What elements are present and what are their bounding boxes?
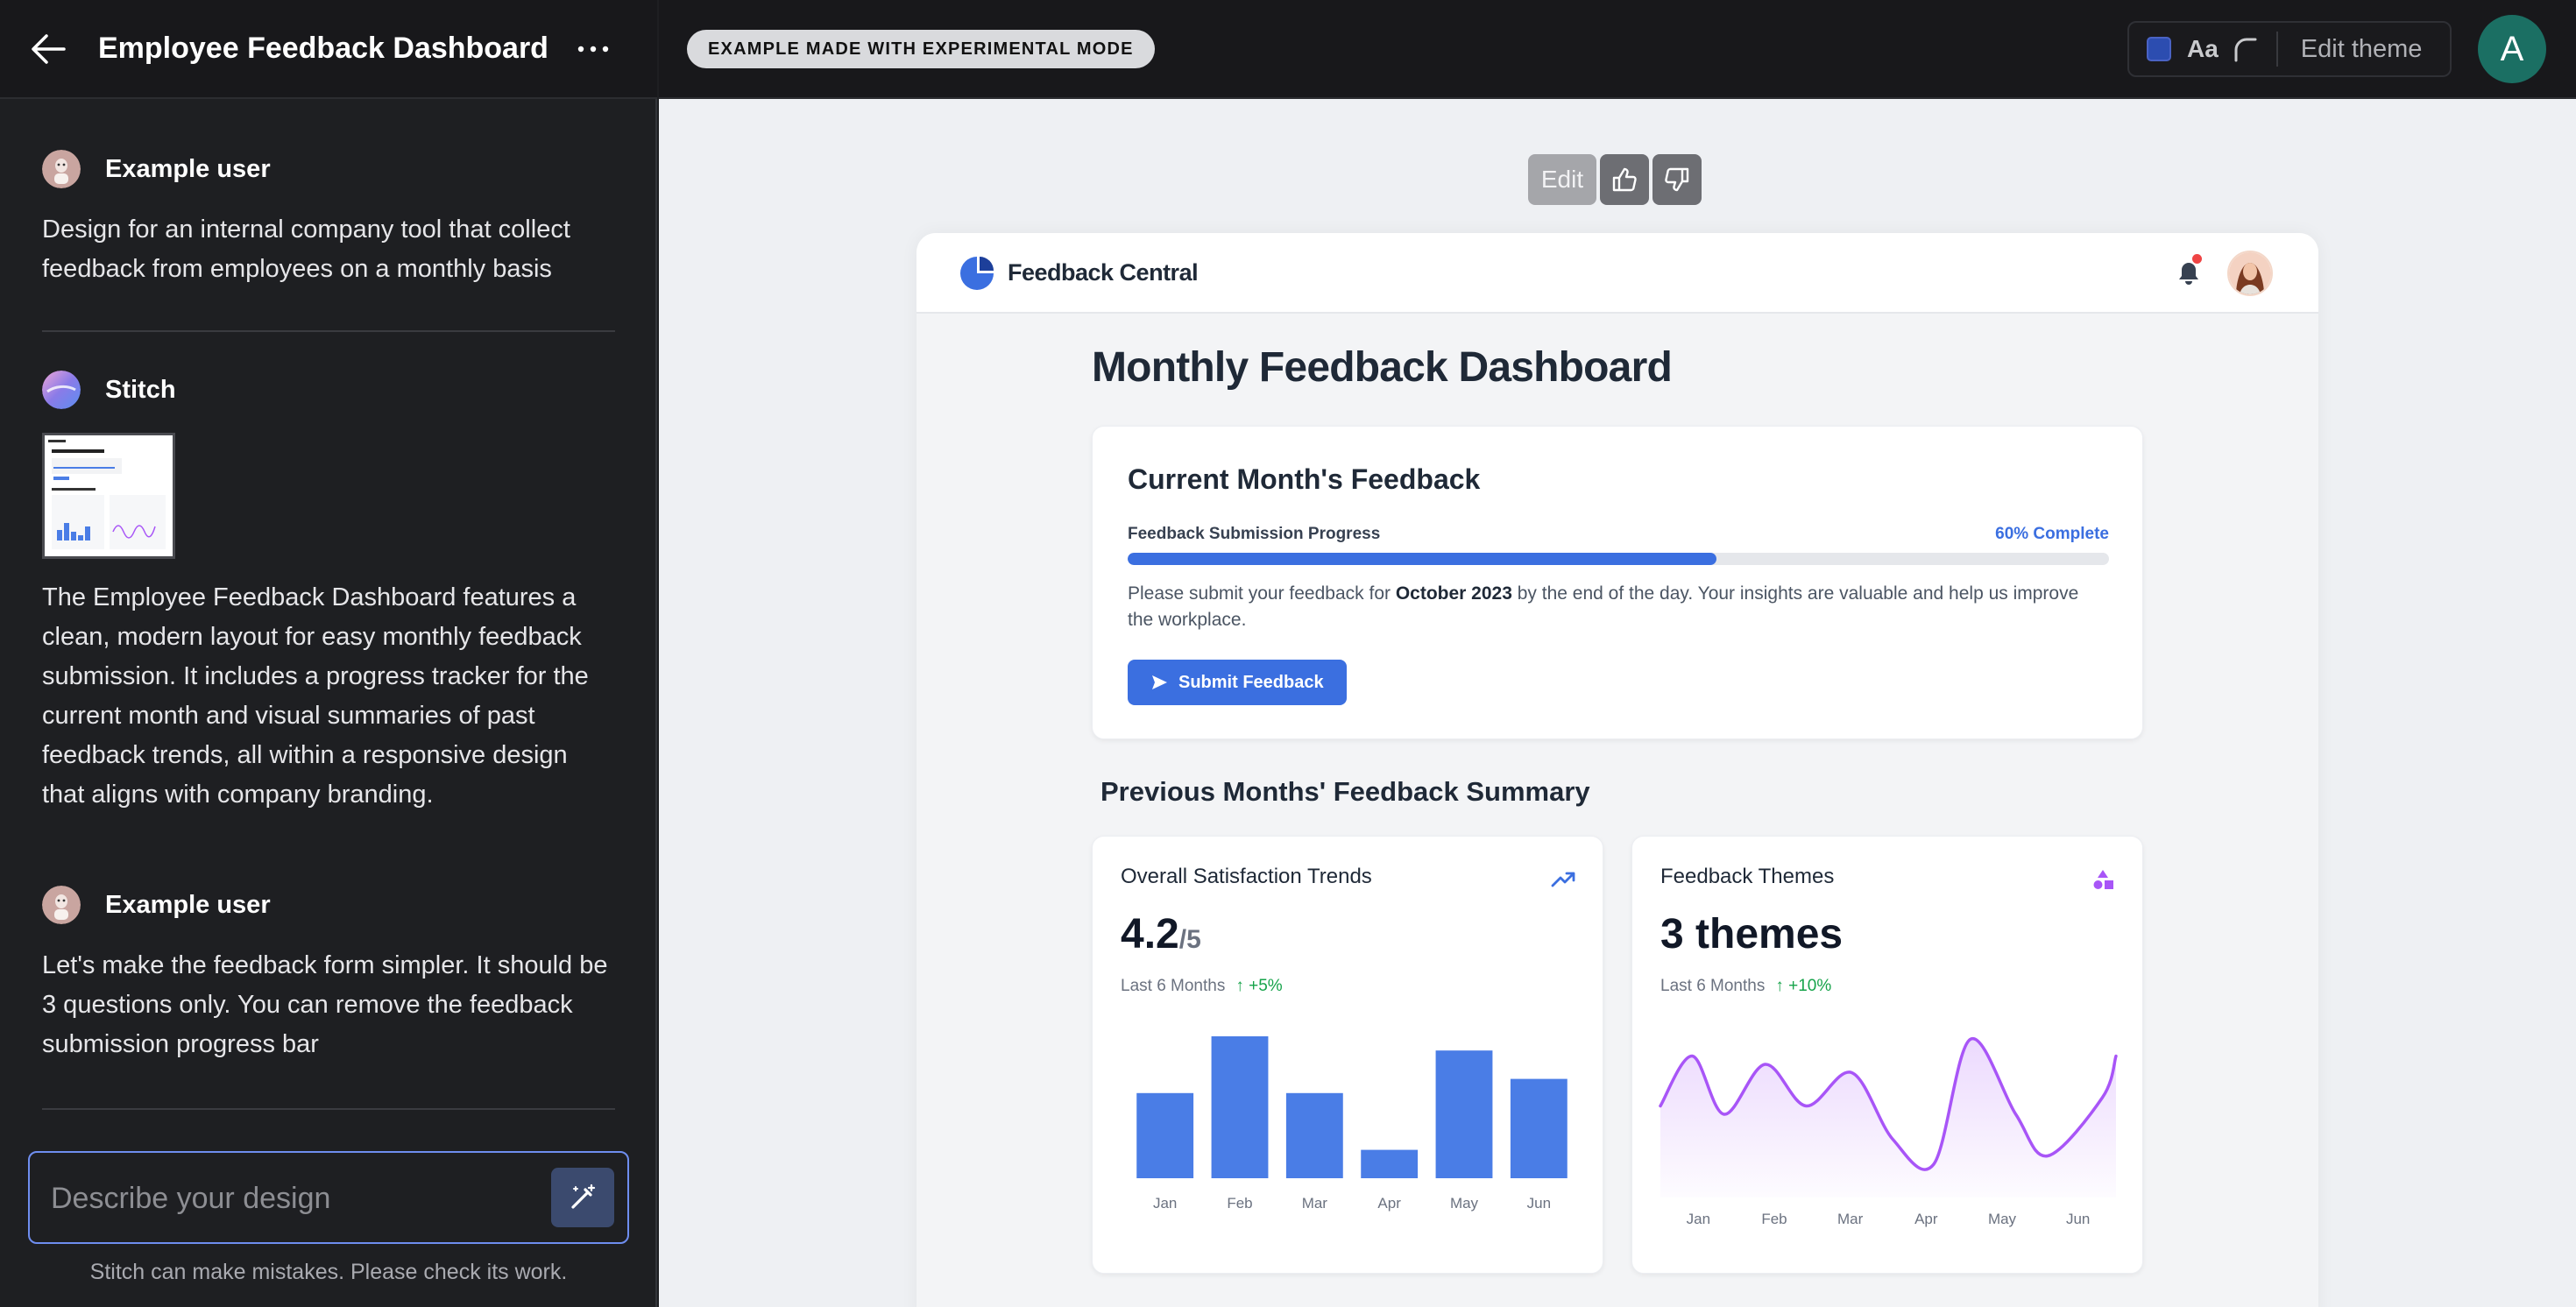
arrow-left-icon	[32, 34, 66, 64]
profile-avatar[interactable]	[2227, 251, 2273, 296]
progress-percent: 60% Complete	[1995, 525, 2109, 543]
describe-design-input[interactable]	[51, 1174, 559, 1223]
sidebar-header: Employee Feedback Dashboard	[0, 0, 657, 99]
message-text: Design for an internal company tool that…	[42, 215, 570, 283]
x-tick-label: Jun	[2066, 1211, 2090, 1227]
themes-card: Feedback Themes 3 themes Last 6 Months ↑ …	[1631, 836, 2143, 1274]
edit-theme-button[interactable]: Edit theme	[2301, 35, 2423, 64]
brand-name: Feedback Central	[1008, 259, 1199, 286]
canvas-header: EXAMPLE MADE WITH EXPERIMENTAL MODE Aa E…	[659, 0, 2576, 99]
area-fill	[1660, 1038, 2116, 1197]
message-text: Let's make the feedback form simpler. It…	[42, 951, 608, 1058]
x-tick-label: Jan	[1687, 1211, 1710, 1227]
bar-mar	[1285, 1092, 1343, 1178]
x-tick-label: Apr	[1914, 1211, 1938, 1227]
experimental-mode-badge: EXAMPLE MADE WITH EXPERIMENTAL MODE	[687, 30, 1155, 68]
canvas-area: EXAMPLE MADE WITH EXPERIMENTAL MODE Aa E…	[659, 0, 2576, 1307]
bar-jun	[1510, 1078, 1568, 1178]
separator	[2275, 32, 2278, 67]
progress-fill	[1128, 553, 1716, 565]
project-title: Employee Feedback Dashboard	[98, 32, 548, 65]
prompt-box	[28, 1151, 629, 1244]
theme-color-swatch[interactable]	[2147, 37, 2171, 61]
bar-may	[1435, 1050, 1493, 1178]
preview-navbar: Feedback Central	[916, 233, 2318, 314]
user-avatar-small	[42, 886, 81, 924]
x-tick-label: Feb	[1227, 1195, 1252, 1212]
design-thumbnail[interactable]	[42, 433, 175, 559]
message-divider	[42, 330, 615, 332]
instructions-text: Please submit your feedback for October …	[1128, 583, 2079, 630]
sender-name: Stitch	[105, 375, 176, 404]
thumbs-down-icon	[1665, 167, 1689, 192]
x-tick-label: Apr	[1377, 1195, 1401, 1212]
thumbs-up-button[interactable]	[1600, 154, 1649, 205]
disclaimer-text: Stitch can make mistakes. Please check i…	[89, 1260, 568, 1284]
back-button[interactable]	[26, 26, 70, 72]
chat-message-user: Example user Design for an internal comp…	[42, 147, 617, 289]
x-tick-label: Mar	[1302, 1195, 1328, 1212]
message-text: The Employee Feedback Dashboard features…	[42, 583, 589, 809]
chat-message-user: Example user Let's make the feedback for…	[42, 883, 617, 1064]
current-month-title: Current Month's Feedback	[1128, 463, 1481, 495]
progress-bar	[1128, 553, 2109, 565]
progress-label: Feedback Submission Progress	[1128, 525, 1381, 543]
current-month-card: Current Month's Feedback Feedback Submis…	[1092, 426, 2143, 739]
x-tick-label: Jan	[1153, 1195, 1177, 1212]
satisfaction-bar-chart: Jan Feb Mar Apr May Jun	[1136, 1036, 1568, 1212]
chat-sidebar: Employee Feedback Dashboard Example user…	[0, 0, 657, 1307]
summary-section-title: Previous Months' Feedback Summary	[1100, 776, 1590, 807]
page-title: Monthly Feedback Dashboard	[1092, 344, 1673, 391]
thumbs-down-button[interactable]	[1652, 154, 1702, 205]
notification-dot	[2192, 254, 2202, 264]
sender-name: Example user	[105, 154, 271, 183]
x-tick-label: Feb	[1761, 1211, 1787, 1227]
chat-message-stitch: Stitch The Employee Feedback Dashboard f…	[42, 368, 617, 815]
sender-name: Example user	[105, 890, 271, 919]
theme-controls: Aa Edit theme	[2127, 21, 2452, 77]
edit-button[interactable]: Edit	[1528, 154, 1596, 205]
stitch-avatar	[42, 371, 81, 409]
deadline-month: October 2023	[1395, 583, 1512, 604]
send-icon	[1152, 675, 1167, 689]
user-avatar-small	[42, 150, 81, 188]
app-window: Employee Feedback Dashboard Example user…	[0, 0, 2576, 1307]
x-tick-label: May	[1450, 1195, 1479, 1212]
satisfaction-card: Overall Satisfaction Trends 4.2/5 Last 6…	[1092, 836, 1603, 1274]
themes-area-chart: Jan Feb Mar Apr May Jun	[1659, 1037, 2118, 1227]
thumbs-up-icon	[1612, 167, 1637, 192]
more-options-button[interactable]	[571, 26, 615, 72]
message-divider	[42, 1108, 615, 1110]
account-avatar[interactable]: A	[2478, 15, 2546, 83]
bar-apr	[1361, 1149, 1419, 1178]
x-tick-label: May	[1988, 1211, 2017, 1227]
corner-radius-icon[interactable]	[2231, 34, 2261, 64]
x-tick-label: Mar	[1837, 1211, 1864, 1227]
x-tick-label: Jun	[1527, 1195, 1551, 1212]
brand-logo-icon	[960, 257, 994, 290]
magic-wand-icon	[571, 1183, 596, 1209]
bar-jan	[1136, 1092, 1194, 1178]
font-selector[interactable]: Aa	[2187, 35, 2219, 63]
submit-feedback-button[interactable]: Submit Feedback	[1128, 660, 1347, 705]
more-horizontal-icon	[577, 46, 609, 53]
design-preview: Feedback Central Monthly Feedback Dashbo…	[916, 233, 2318, 1307]
generate-button[interactable]	[551, 1168, 614, 1227]
bar-feb	[1211, 1036, 1269, 1178]
edit-toolbar: Edit	[1528, 154, 1702, 207]
